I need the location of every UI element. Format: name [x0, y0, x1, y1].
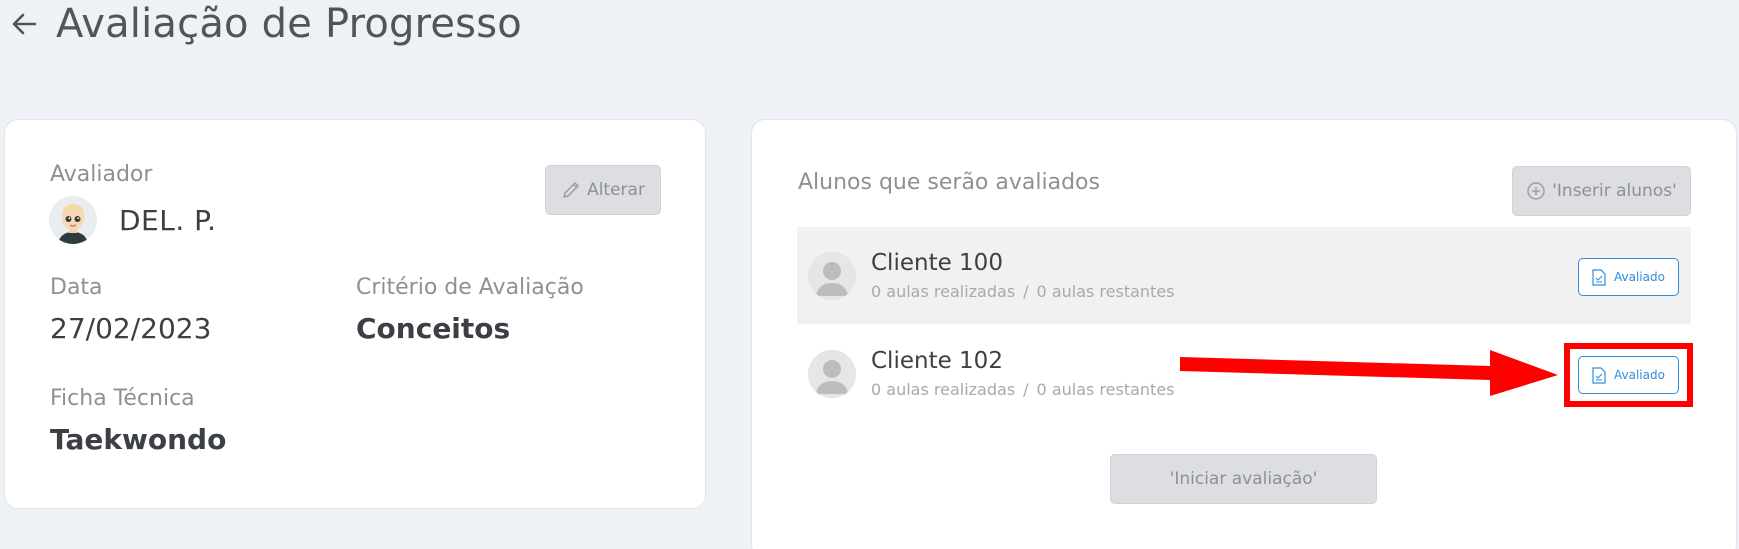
student-info: Cliente 102 0 aulas realizadas/0 aulas r…	[871, 348, 1175, 399]
date-value: 27/02/2023	[50, 312, 212, 345]
evaluator-avatar	[49, 196, 97, 244]
student-row: Cliente 100 0 aulas realizadas/0 aulas r…	[797, 227, 1691, 324]
evaluated-label: Avaliado	[1614, 368, 1665, 382]
page-header: Avaliação de Progresso	[6, 0, 522, 48]
student-row: Cliente 102 0 aulas realizadas/0 aulas r…	[797, 325, 1691, 422]
page-title: Avaliação de Progresso	[56, 1, 522, 47]
date-label: Data	[50, 275, 103, 300]
lessons-separator: /	[1023, 282, 1029, 301]
plus-circle-icon	[1527, 182, 1545, 200]
lessons-done: 0 aulas realizadas	[871, 282, 1016, 301]
student-lessons: 0 aulas realizadas / 0 aulas restantes	[871, 282, 1175, 301]
evaluated-button[interactable]: Avaliado	[1578, 356, 1679, 394]
evaluator-label: Avaliador	[50, 162, 153, 187]
evaluated-button[interactable]: Avaliado	[1578, 258, 1679, 296]
pencil-icon	[563, 182, 579, 198]
evaluated-label: Avaliado	[1614, 270, 1665, 284]
lessons-separator: /	[1023, 380, 1029, 399]
start-evaluation-label: 'Iniciar avaliação'	[1169, 469, 1318, 489]
document-check-icon	[1592, 268, 1606, 286]
student-lessons: 0 aulas realizadas / 0 aulas restantes	[871, 380, 1175, 399]
student-avatar	[808, 251, 856, 300]
student-name: Cliente 102	[871, 348, 1003, 374]
lessons-remaining: 0 aulas restantes	[1036, 380, 1175, 399]
evaluation-details-card: Avaliador DEL. P. Alterar Data 27/02/202…	[4, 119, 706, 509]
criteria-label: Critério de Avaliação	[356, 275, 584, 300]
alterar-button[interactable]: Alterar	[545, 165, 661, 215]
lessons-done: 0 aulas realizadas	[871, 380, 1016, 399]
insert-students-button[interactable]: 'Inserir alunos'	[1512, 166, 1691, 216]
students-card: Alunos que serão avaliados 'Inserir alun…	[751, 119, 1737, 549]
criteria-value: Conceitos	[356, 312, 511, 345]
start-evaluation-button[interactable]: 'Iniciar avaliação'	[1110, 454, 1377, 504]
lessons-remaining: 0 aulas restantes	[1036, 282, 1175, 301]
technical-sheet-label: Ficha Técnica	[50, 386, 195, 411]
student-name: Cliente 100	[871, 250, 1003, 276]
document-check-icon	[1592, 366, 1606, 384]
evaluator-row: DEL. P.	[49, 196, 217, 244]
student-avatar	[808, 349, 856, 398]
insert-students-label: 'Inserir alunos'	[1552, 181, 1677, 201]
back-button[interactable]	[6, 6, 42, 42]
arrow-left-icon	[12, 13, 37, 35]
alterar-label: Alterar	[587, 180, 645, 200]
students-title: Alunos que serão avaliados	[798, 170, 1100, 195]
technical-sheet-value: Taekwondo	[50, 423, 227, 456]
student-info: Cliente 100 0 aulas realizadas/0 aulas r…	[871, 250, 1175, 301]
evaluator-name: DEL. P.	[119, 203, 217, 237]
